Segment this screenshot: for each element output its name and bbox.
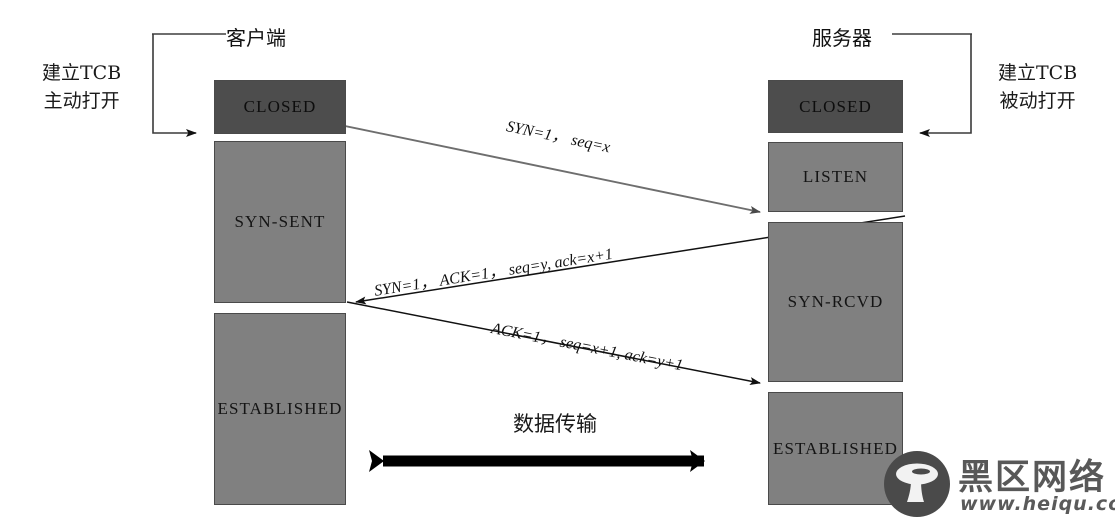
server-state-closed: CLOSED	[768, 80, 903, 133]
client-state-established: ESTABLISHED	[214, 313, 346, 505]
server-state-closed-label: CLOSED	[799, 96, 872, 116]
client-open-note-line2: 主动打开	[43, 89, 120, 112]
server-open-note: 建立TCB 被动打开	[998, 60, 1077, 115]
client-open-note: 建立TCB 主动打开	[42, 60, 121, 115]
server-open-connector	[892, 33, 972, 137]
client-state-syn-sent-label: SYN-SENT	[234, 212, 326, 231]
data-transfer-label: 数据传输	[513, 412, 597, 436]
server-state-syn-rcvd-label: SYN-RCVD	[787, 292, 884, 311]
client-open-note-line1: 建立TCB	[42, 62, 122, 84]
server-state-established: ESTABLISHED	[768, 392, 903, 505]
watermark: 黑区网络 www.heiqu.com	[884, 447, 1115, 521]
mushroom-icon	[896, 463, 938, 502]
server-state-established-label: ESTABLISHED	[772, 438, 898, 458]
server-title: 服务器	[812, 26, 872, 50]
server-open-note-line1: 建立TCB	[998, 62, 1078, 84]
client-state-closed: CLOSED	[214, 80, 346, 134]
server-state-listen: LISTEN	[768, 142, 903, 212]
client-title: 客户端	[226, 26, 286, 50]
server-open-note-line2: 被动打开	[999, 89, 1076, 112]
watermark-url: www.heiqu.com	[960, 493, 1115, 515]
client-state-established-label: ESTABLISHED	[217, 399, 343, 418]
client-state-syn-sent: SYN-SENT	[214, 141, 346, 303]
server-state-syn-rcvd: SYN-RCVD	[768, 222, 903, 382]
client-state-closed-label: CLOSED	[243, 97, 317, 116]
server-state-listen-label: LISTEN	[802, 167, 869, 186]
tcp-handshake-diagram: 客户端 服务器 建立TCB 主动打开 建立TCB 被动打开 CLOSED SYN…	[0, 0, 1115, 527]
